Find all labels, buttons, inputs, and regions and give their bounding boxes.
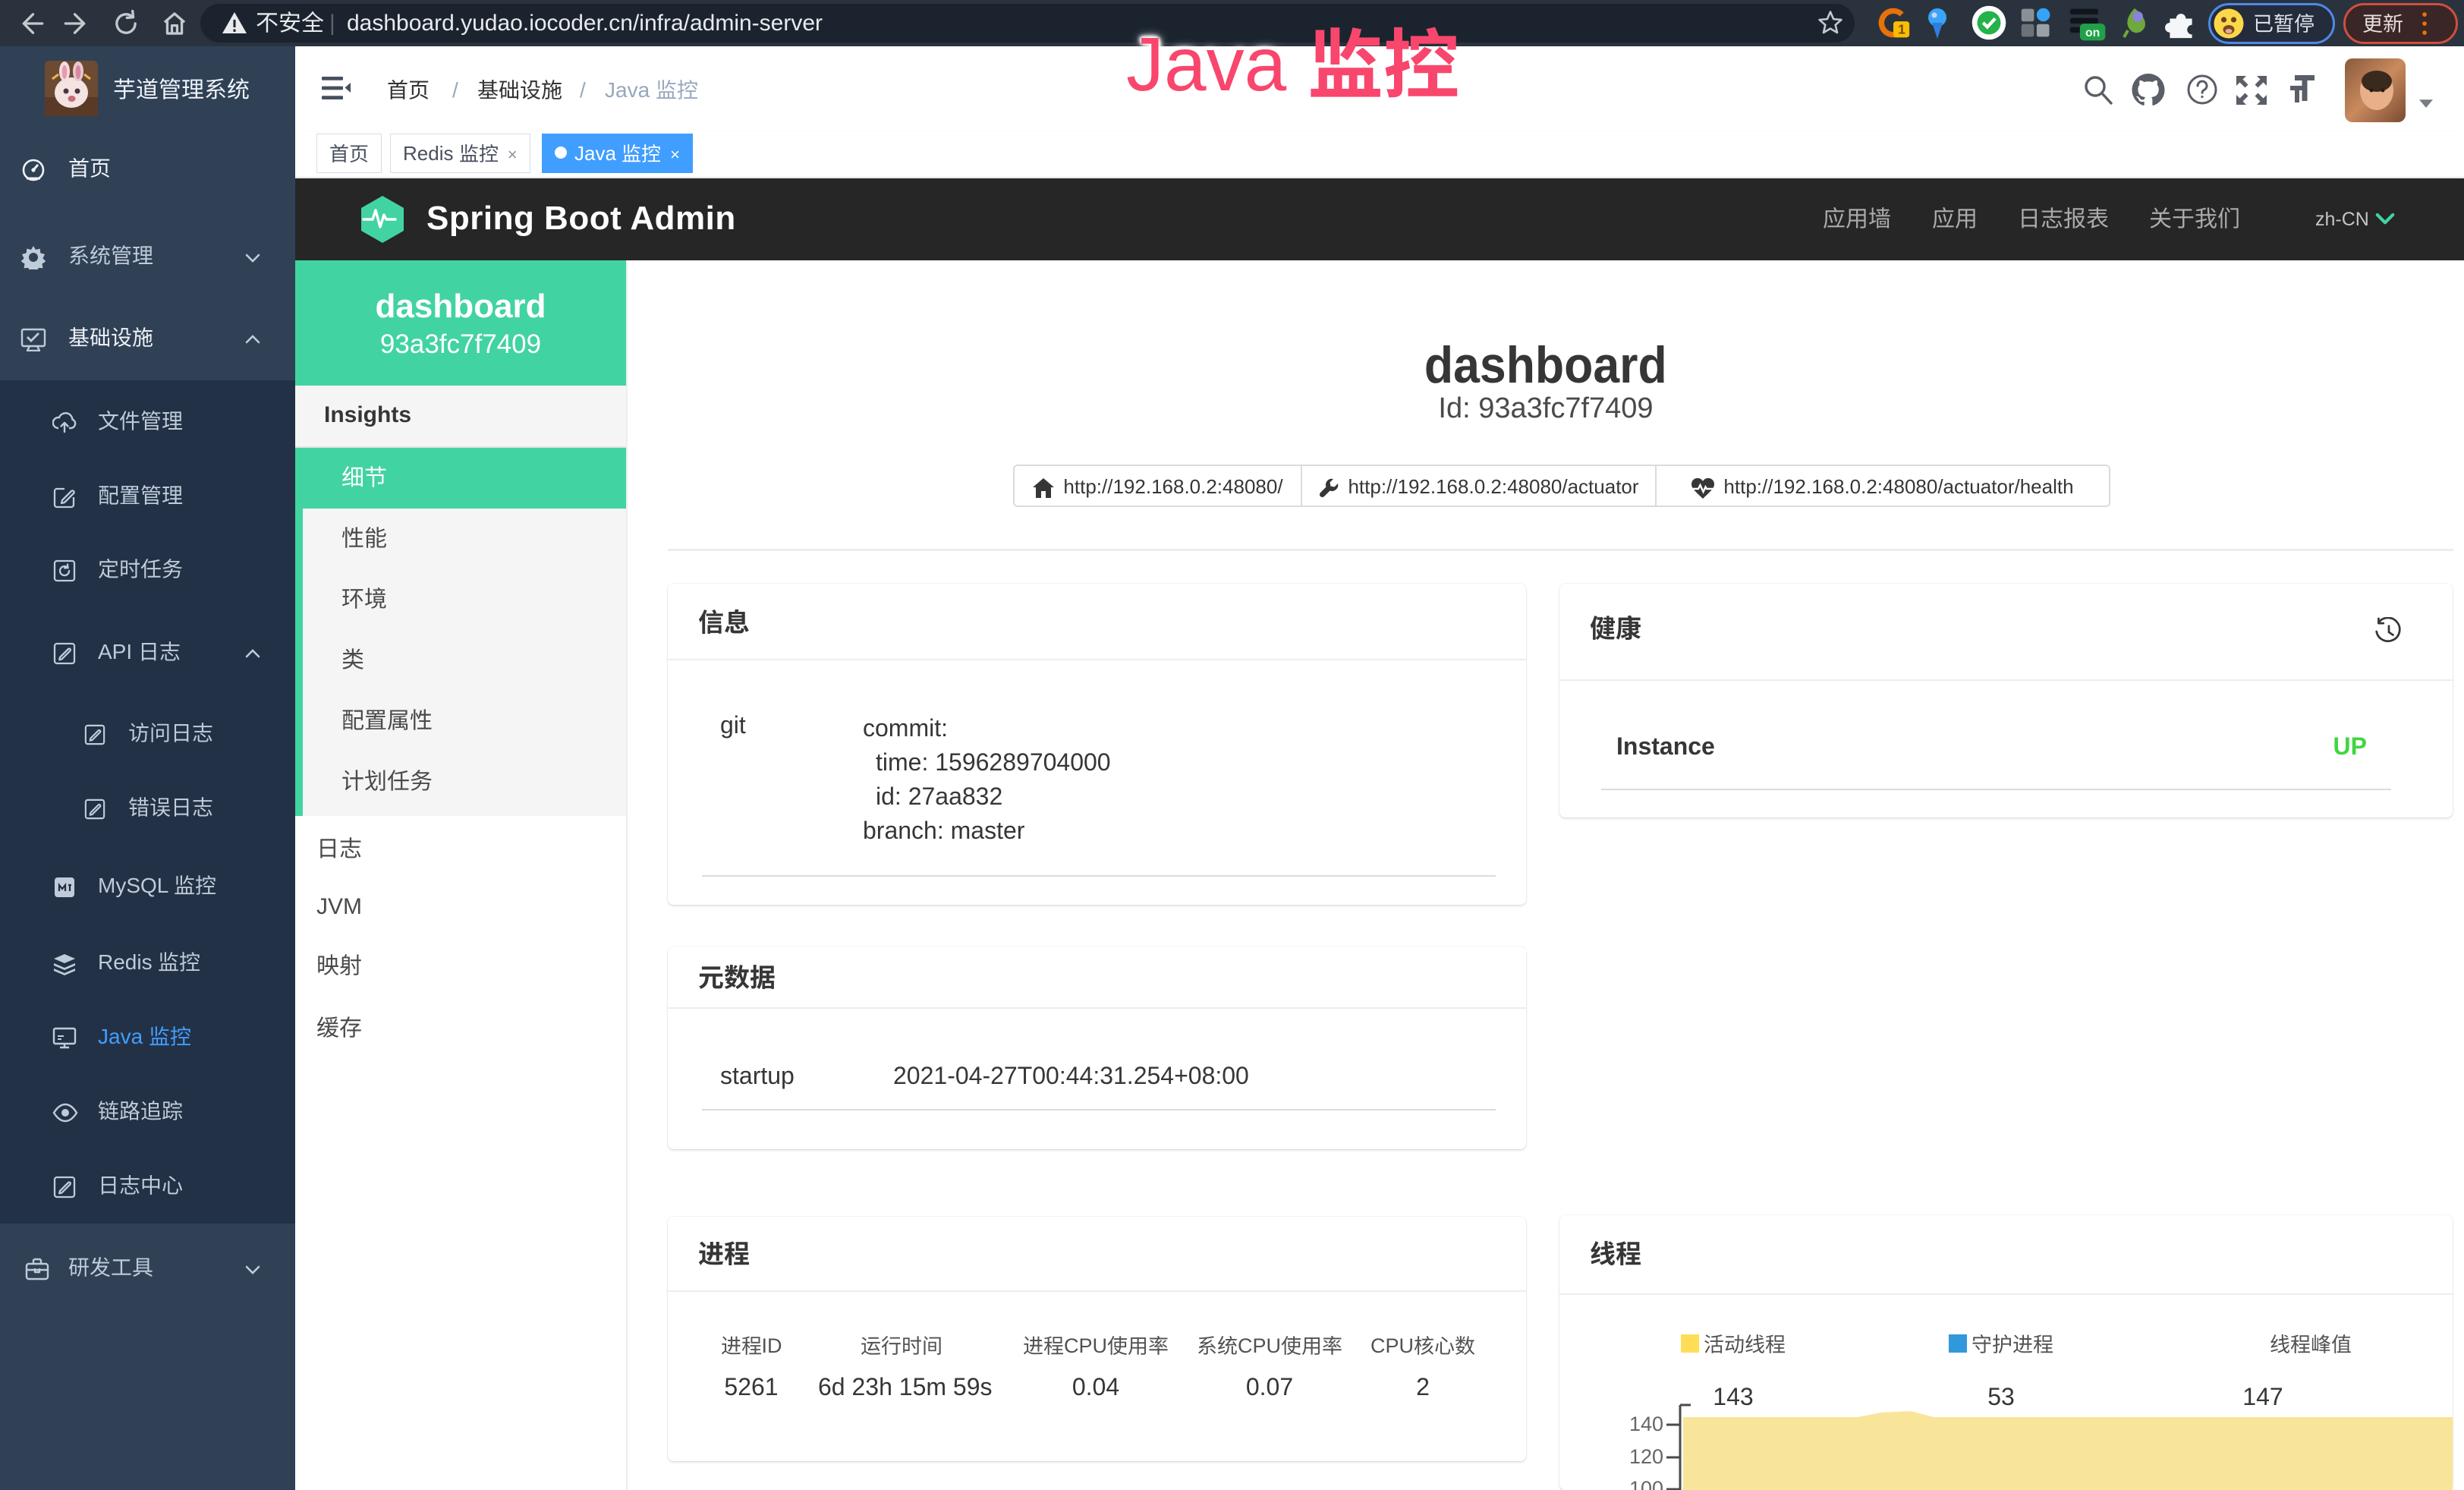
svg-text:on: on — [2085, 27, 2100, 39]
svg-text:1: 1 — [1898, 22, 1905, 37]
